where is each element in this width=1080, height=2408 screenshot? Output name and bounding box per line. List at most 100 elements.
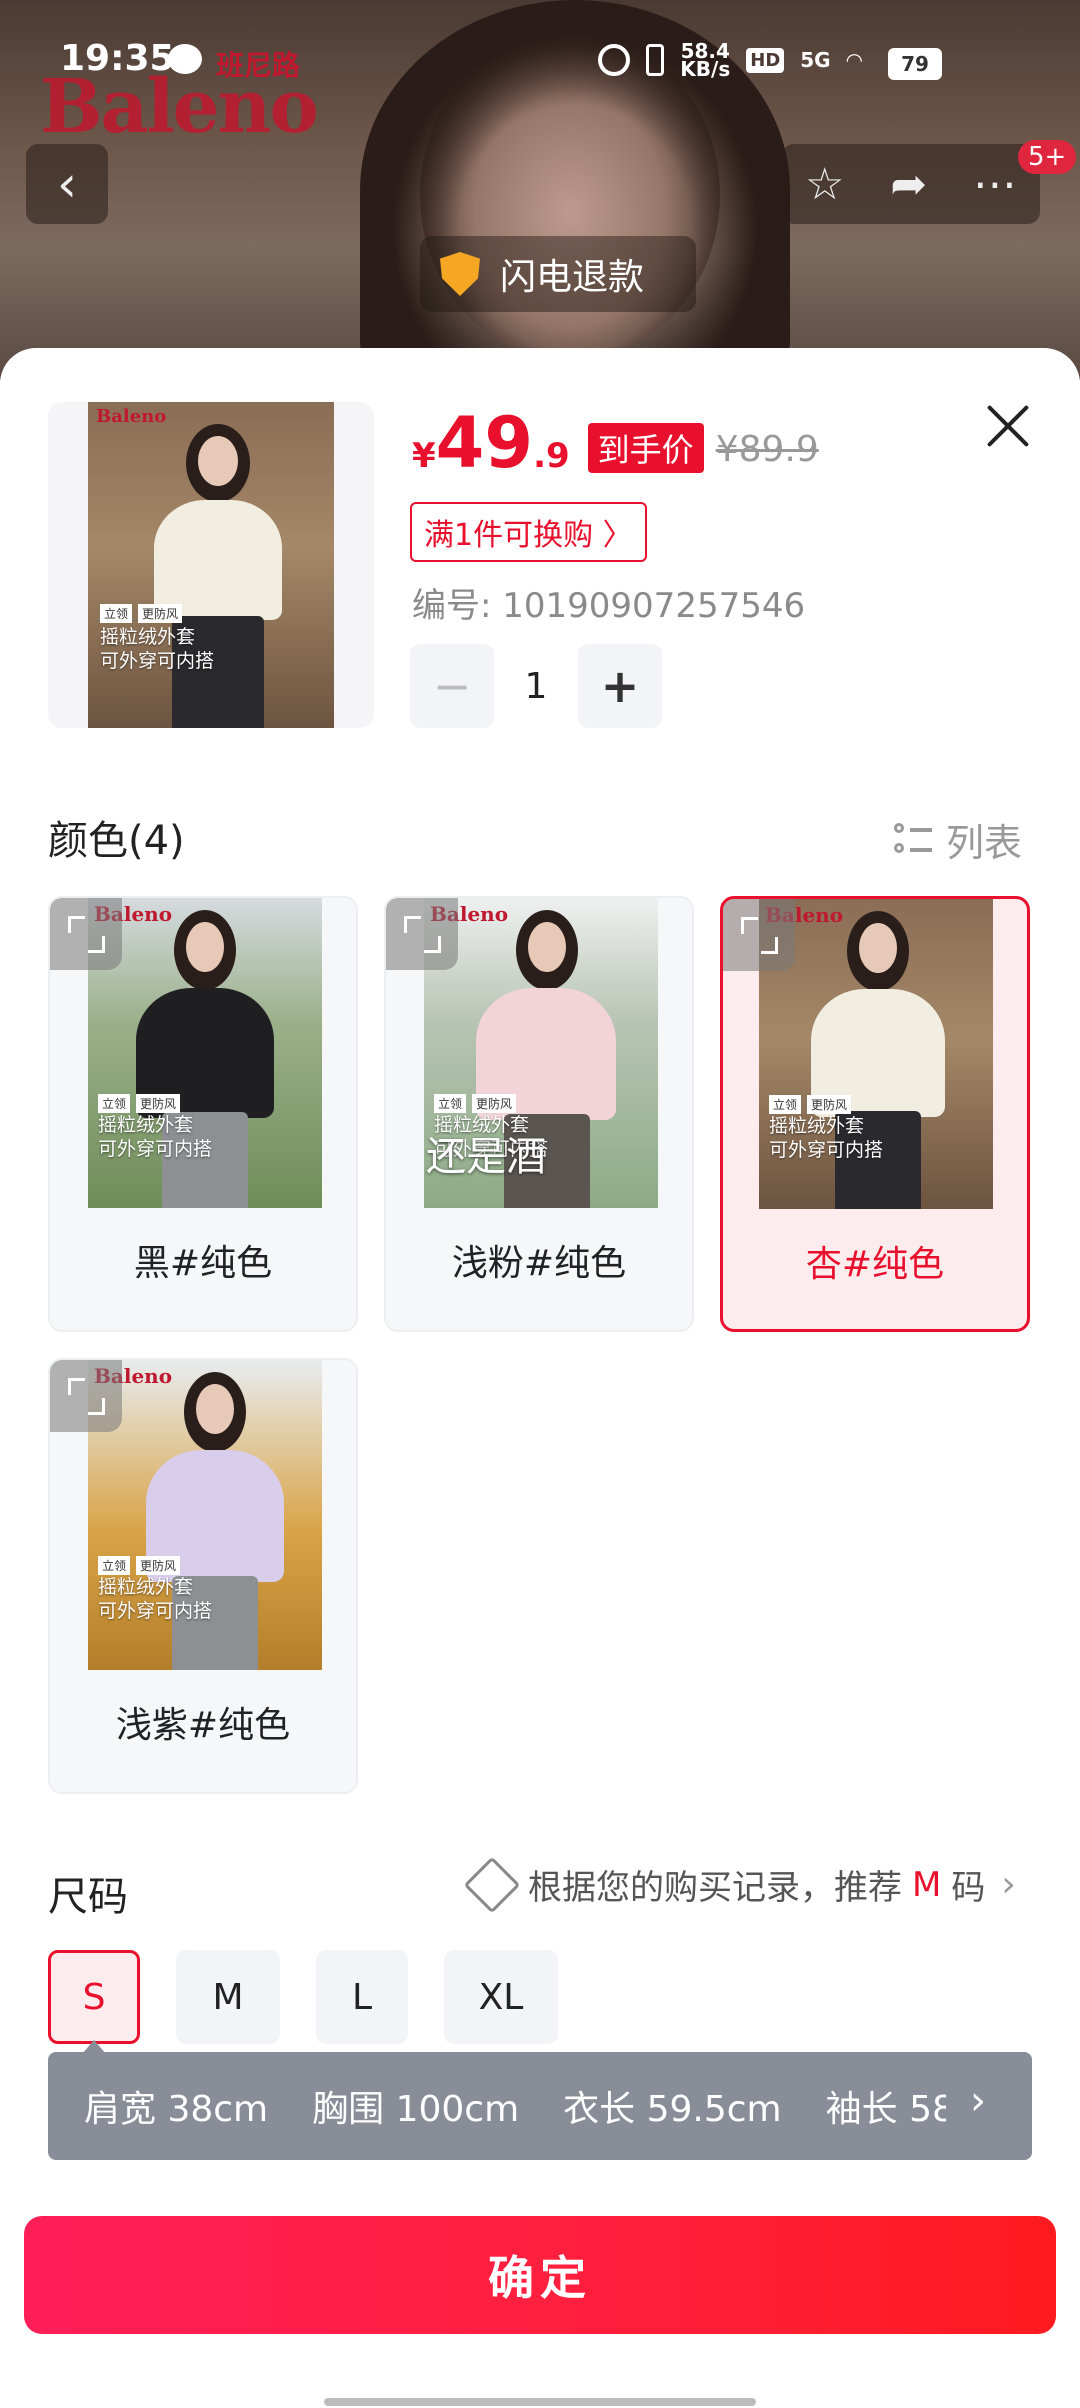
list-view-toggle[interactable]: 列表 bbox=[894, 812, 1022, 867]
size-option-m[interactable]: M bbox=[176, 1950, 280, 2044]
expand-icon[interactable] bbox=[386, 898, 458, 970]
hd-icon: HD bbox=[746, 47, 785, 73]
original-price: ¥89.9 bbox=[715, 429, 819, 470]
back-button[interactable]: ‹ bbox=[26, 144, 108, 224]
photo-overlay-text: 还是酒 bbox=[426, 1134, 546, 1180]
measure-shoulder: 肩宽 38cm bbox=[84, 2089, 269, 2130]
photo-tagline-2: 可外穿可内搭 bbox=[100, 650, 215, 672]
color-section-title: 颜色(4) bbox=[48, 818, 185, 864]
confirm-button[interactable]: 确定 bbox=[24, 2216, 1056, 2334]
quantity-stepper: − 1 + bbox=[410, 644, 662, 728]
net-speed: 58.4 KB/s bbox=[680, 41, 731, 81]
expand-icon[interactable] bbox=[50, 898, 122, 970]
photo-tagline-1: 摇粒绒外套 bbox=[769, 1115, 865, 1137]
reco-suffix: 码 bbox=[951, 1868, 986, 1908]
photo-chip-windproof: 更防风 bbox=[136, 1094, 181, 1113]
size-option-s[interactable]: S bbox=[48, 1950, 140, 2044]
product-photo: Baleno 立领 更防风 摇粒绒外套 可外穿可内搭 bbox=[88, 402, 334, 728]
size-recommendation[interactable]: 根据您的购买记录，推荐 M 码 › bbox=[463, 1856, 1016, 1913]
share-icon[interactable]: ➦ bbox=[890, 159, 927, 210]
photo-tagline-2: 可外穿可内搭 bbox=[98, 1138, 213, 1160]
jacket bbox=[154, 500, 282, 620]
product-thumbnail[interactable]: Baleno 立领 更防风 摇粒绒外套 可外穿可内搭 bbox=[48, 402, 374, 728]
signal-5g-icon: 5G bbox=[800, 48, 831, 72]
exchange-promo-chip[interactable]: 满1件可换购 〉 bbox=[410, 502, 647, 562]
photo-chip-collar: 立领 bbox=[100, 604, 133, 623]
model-face bbox=[186, 922, 224, 972]
photo-chip-collar: 立领 bbox=[98, 1556, 131, 1575]
status-bar: 19:35 58.4 KB/s HD 5G ◠ 79 bbox=[0, 0, 1080, 124]
status-time: 19:35 bbox=[60, 38, 175, 79]
expand-icon[interactable] bbox=[50, 1360, 122, 1432]
sku-selector-sheet: Baleno 立领 更防风 摇粒绒外套 可外穿可内搭 ¥ 49 .9 到手价 ¥… bbox=[0, 348, 1080, 2408]
battery-icon: 79 bbox=[888, 48, 942, 80]
model-face bbox=[196, 1384, 234, 1434]
flash-refund-label: 闪电退款 bbox=[500, 257, 645, 298]
decrease-button[interactable]: − bbox=[410, 644, 494, 728]
net-speed-unit: KB/s bbox=[680, 57, 731, 81]
photo-tagline-1: 摇粒绒外套 bbox=[98, 1576, 194, 1598]
price-decimal: .9 bbox=[533, 436, 570, 476]
measure-length: 衣长 59.5cm bbox=[563, 2089, 782, 2130]
quantity-value[interactable]: 1 bbox=[494, 666, 578, 707]
chevron-left-icon: ‹ bbox=[57, 155, 77, 213]
photo-chip-windproof: 更防风 bbox=[138, 604, 183, 623]
color-option-label: 黑#纯色 bbox=[133, 1243, 273, 1284]
close-icon[interactable] bbox=[980, 398, 1036, 454]
color-photo-black: Baleno 立领 更防风 摇粒绒外套 可外穿可内搭 bbox=[88, 898, 322, 1208]
measure-fade bbox=[946, 2052, 1032, 2160]
size-option-xl[interactable]: XL bbox=[444, 1950, 558, 2044]
favorite-star-icon[interactable]: ☆ bbox=[805, 159, 844, 210]
photo-chip-windproof: 更防风 bbox=[807, 1095, 852, 1114]
model-face bbox=[859, 923, 897, 973]
vibrate-icon bbox=[646, 44, 665, 76]
color-option-label: 浅紫#纯色 bbox=[115, 1705, 291, 1746]
model-face bbox=[528, 922, 566, 972]
alarm-icon bbox=[598, 44, 631, 76]
list-icon bbox=[894, 821, 932, 859]
photo-brand-logo: Baleno bbox=[96, 406, 167, 427]
price-integer: 49 bbox=[435, 402, 534, 484]
color-option-lavender[interactable]: Baleno 立领 更防风 摇粒绒外套 可外穿可内搭 浅紫#纯色 bbox=[48, 1358, 358, 1794]
photo-chip-windproof: 更防风 bbox=[472, 1094, 517, 1113]
currency-symbol: ¥ bbox=[412, 436, 436, 476]
chat-notification-icon bbox=[168, 44, 202, 74]
photo-tagline-2: 可外穿可内搭 bbox=[769, 1139, 884, 1161]
model-face bbox=[198, 436, 238, 486]
reco-size: M bbox=[912, 1864, 942, 1905]
top-actions: ☆ ➦ ⋯ bbox=[782, 144, 1040, 224]
measure-chest: 胸围 100cm bbox=[312, 2089, 520, 2130]
size-option-l[interactable]: L bbox=[316, 1950, 408, 2044]
photo-tagline-2: 可外穿可内搭 bbox=[98, 1600, 213, 1622]
color-option-label: 杏#纯色 bbox=[805, 1244, 945, 1285]
measure-sleeve: 袖长 58 bbox=[825, 2089, 955, 2130]
flash-refund-badge: 闪电退款 bbox=[420, 236, 696, 312]
wifi-icon: ◠ bbox=[846, 48, 862, 72]
color-option-apricot[interactable]: Baleno 立领 更防风 摇粒绒外套 可外穿可内搭 杏#纯色 bbox=[720, 896, 1030, 1332]
ruler-icon bbox=[463, 1856, 521, 1913]
color-option-pink[interactable]: Baleno 立领 更防风 摇粒绒外套 可外穿可内搭 还是酒 浅粉#纯色 bbox=[384, 896, 694, 1332]
home-indicator[interactable] bbox=[324, 2398, 756, 2406]
shield-icon bbox=[440, 252, 480, 296]
list-toggle-label: 列表 bbox=[946, 821, 1023, 865]
more-icon[interactable]: ⋯ bbox=[973, 159, 1017, 210]
photo-chip-windproof: 更防风 bbox=[136, 1556, 181, 1575]
photo-chip-collar: 立领 bbox=[98, 1094, 131, 1113]
color-photo-lavender: Baleno 立领 更防风 摇粒绒外套 可外穿可内搭 bbox=[88, 1360, 322, 1670]
size-section-title: 尺码 bbox=[48, 1874, 128, 1920]
price-row: ¥ 49 .9 到手价 ¥89.9 bbox=[412, 408, 819, 479]
photo-tagline-1: 摇粒绒外套 bbox=[98, 1114, 194, 1136]
increase-button[interactable]: + bbox=[578, 644, 662, 728]
photo-chip-collar: 立领 bbox=[769, 1095, 802, 1114]
reco-prefix: 根据您的购买记录，推荐 bbox=[528, 1868, 902, 1908]
chevron-right-icon[interactable]: › bbox=[970, 2078, 986, 2124]
color-option-black[interactable]: Baleno 立领 更防风 摇粒绒外套 可外穿可内搭 黑#纯色 bbox=[48, 896, 358, 1332]
size-measurements-bar[interactable]: 肩宽 38cm 胸围 100cm 衣长 59.5cm 袖长 58 bbox=[48, 2052, 1032, 2160]
chevron-right-icon: › bbox=[1001, 1864, 1016, 1905]
color-option-label: 浅粉#纯色 bbox=[451, 1243, 627, 1284]
sku-number: 编号: 10190907257546 bbox=[412, 586, 806, 626]
expand-icon[interactable] bbox=[723, 899, 795, 971]
final-price-tag: 到手价 bbox=[587, 423, 704, 473]
photo-tagline-1: 摇粒绒外套 bbox=[100, 626, 196, 648]
photo-chip-collar: 立领 bbox=[434, 1094, 467, 1113]
